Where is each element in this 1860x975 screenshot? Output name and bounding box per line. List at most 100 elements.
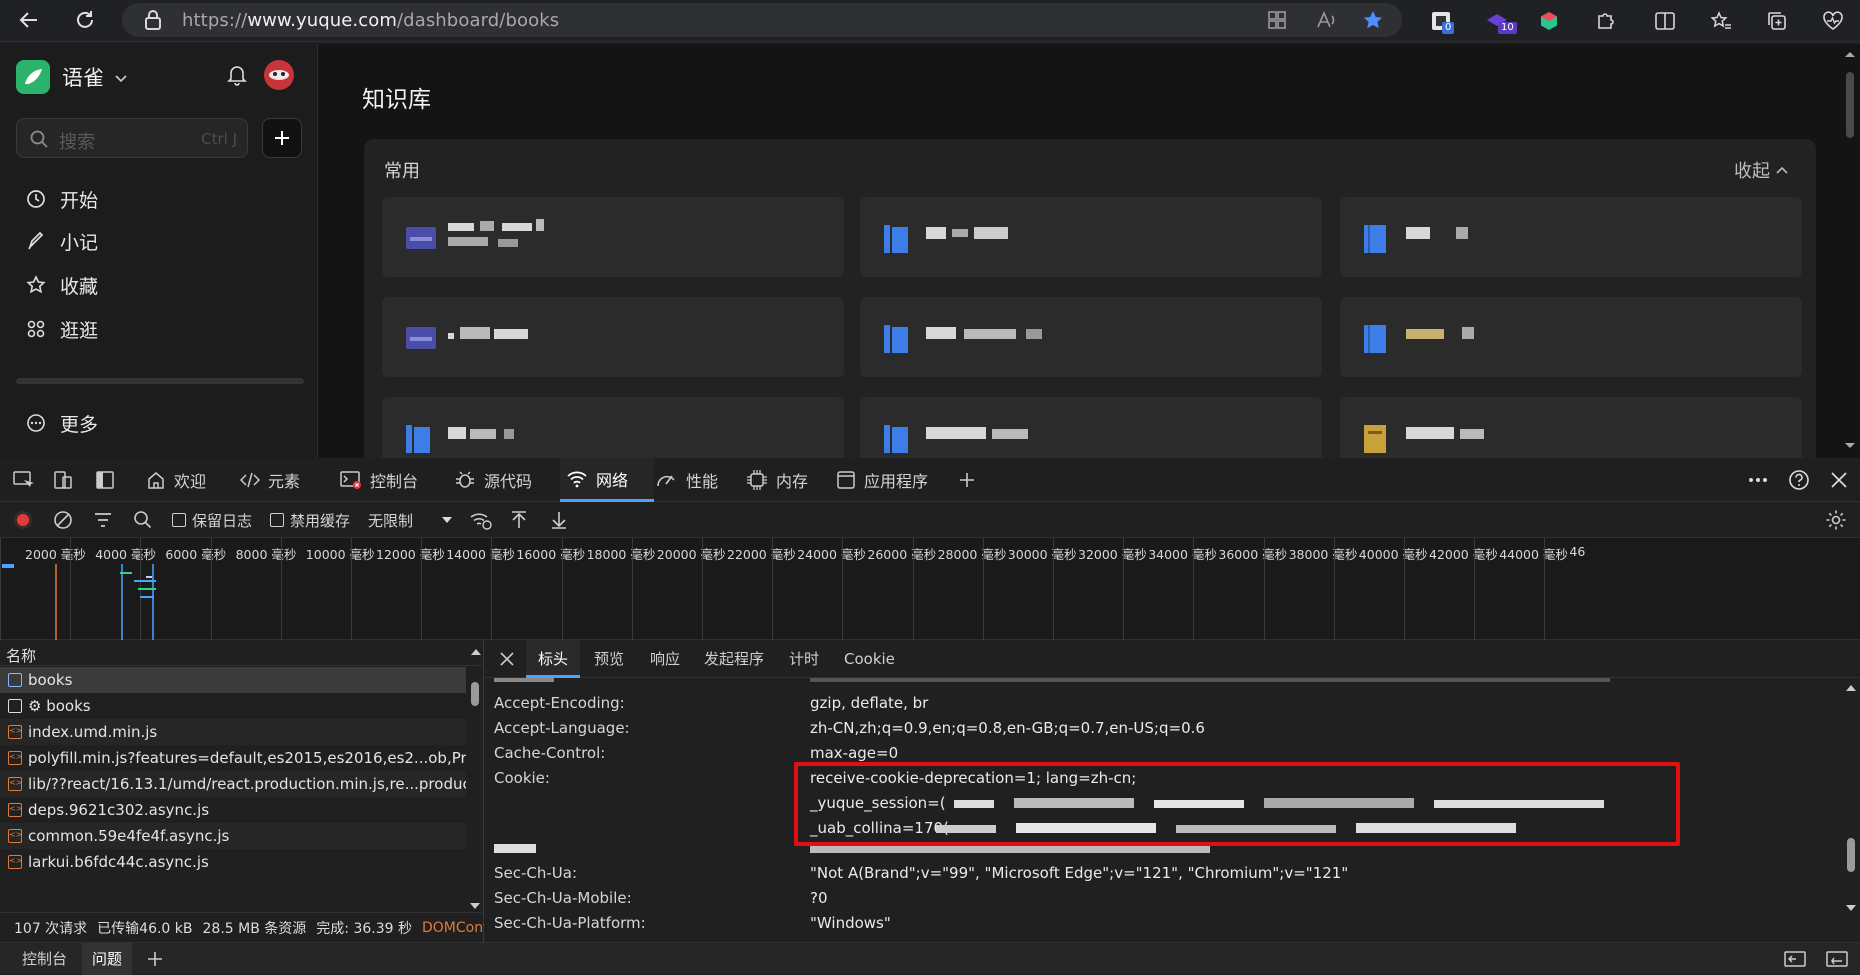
sidebar-item-notes[interactable]: 小记 <box>26 226 98 256</box>
tab-console[interactable]: 控制台 <box>340 458 418 502</box>
detail-scrollbar[interactable] <box>1842 678 1860 942</box>
table-row[interactable]: <> index.umd.min.js <box>0 719 466 745</box>
scroll-down-icon[interactable] <box>1845 904 1857 912</box>
scrollbar-thumb[interactable] <box>471 682 479 706</box>
table-row[interactable]: ⚙ books <box>0 693 466 719</box>
close-detail-icon[interactable] <box>494 646 520 672</box>
checkbox-box[interactable] <box>270 513 284 527</box>
drawer-tab-console[interactable]: 控制台 <box>12 943 77 975</box>
network-settings-gear-icon[interactable] <box>1823 507 1849 533</box>
extension-icon[interactable]: 10 <box>1484 8 1517 34</box>
scroll-up-icon[interactable] <box>1844 50 1856 58</box>
table-row[interactable]: <> deps.9621c302.async.js <box>0 797 466 823</box>
bell-icon[interactable] <box>224 62 250 88</box>
tab-timing[interactable]: 计时 <box>789 640 819 678</box>
favorites-icon[interactable] <box>1708 8 1734 34</box>
book-card[interactable] <box>1340 197 1802 277</box>
tab-network[interactable]: 网络 <box>560 458 655 502</box>
scrollbar-thumb[interactable] <box>1847 838 1855 872</box>
network-conditions-icon[interactable] <box>468 507 494 533</box>
read-aloud-icon[interactable] <box>1314 7 1340 33</box>
add-drawer-tab-icon[interactable] <box>142 946 168 972</box>
scrollbar-thumb[interactable] <box>1846 72 1854 138</box>
table-row[interactable]: books <box>0 667 466 693</box>
tab-response[interactable]: 响应 <box>650 640 680 678</box>
help-icon[interactable] <box>1786 467 1812 493</box>
book-card[interactable] <box>860 197 1322 277</box>
record-stop-icon[interactable] <box>10 507 36 533</box>
heart-pulse-icon[interactable] <box>1820 8 1846 34</box>
close-drawer-icon[interactable] <box>1824 946 1850 972</box>
device-emulation-icon[interactable] <box>50 467 76 493</box>
dock-drawer-icon[interactable] <box>1782 946 1808 972</box>
export-har-icon[interactable] <box>546 507 572 533</box>
tab-label: 应用程序 <box>864 472 929 491</box>
favorite-star-icon[interactable] <box>1360 7 1386 33</box>
close-devtools-icon[interactable] <box>1826 467 1852 493</box>
cube-extension-icon[interactable] <box>1536 8 1562 34</box>
add-tab-icon[interactable] <box>954 467 980 493</box>
tab-memory[interactable]: 内存 <box>746 458 808 502</box>
tab-headers[interactable]: 标头 <box>526 640 581 678</box>
tab-elements[interactable]: 元素 <box>240 458 300 502</box>
yuque-logo-icon[interactable] <box>16 60 50 94</box>
url-text[interactable]: https://www.yuque.com/dashboard/books <box>182 10 559 31</box>
drawer-tab-issues[interactable]: 问题 <box>82 943 133 975</box>
more-options-icon[interactable] <box>1745 467 1771 493</box>
avatar[interactable] <box>264 60 294 90</box>
collapse-button[interactable]: 收起 <box>1734 157 1788 183</box>
tab-preview[interactable]: 预览 <box>594 640 624 678</box>
throttle-select[interactable]: 无限制 <box>368 502 453 538</box>
lock-icon[interactable] <box>140 7 166 33</box>
checkbox-box[interactable] <box>172 513 186 527</box>
book-card[interactable] <box>860 297 1322 377</box>
request-list-scrollbar[interactable] <box>466 666 484 910</box>
tab-performance[interactable]: 性能 <box>656 458 718 502</box>
tab-sources[interactable]: 源代码 <box>454 458 532 502</box>
split-screen-icon[interactable] <box>1652 8 1678 34</box>
book-card[interactable] <box>382 297 844 377</box>
table-row[interactable]: <> larkui.b6fdc44c.async.js <box>0 849 466 875</box>
inspect-icon[interactable] <box>10 467 36 493</box>
scroll-up-icon[interactable] <box>1845 684 1857 692</box>
import-har-icon[interactable] <box>506 507 532 533</box>
apps-icon[interactable] <box>1264 7 1290 33</box>
reload-icon[interactable] <box>72 7 98 33</box>
table-row[interactable]: <> lib/??react/16.13.1/umd/react.product… <box>0 771 466 797</box>
request-name: common.59e4fe4f.async.js <box>28 827 230 845</box>
disable-cache-checkbox[interactable]: 禁用缓存 <box>270 502 350 538</box>
clear-icon[interactable] <box>50 507 76 533</box>
book-card[interactable] <box>1340 297 1802 377</box>
sidebar-item-favorites[interactable]: 收藏 <box>26 270 98 300</box>
tab-initiator[interactable]: 发起程序 <box>704 640 764 678</box>
add-button[interactable] <box>262 118 302 158</box>
network-overview-timeline[interactable]: 2000 毫秒 4000 毫秒 6000 毫秒 8000 毫秒 10000 毫秒 1200… <box>0 538 1860 640</box>
search-icon[interactable] <box>130 507 156 533</box>
tab-welcome[interactable]: 欢迎 <box>146 458 206 502</box>
sidebar-item-more[interactable]: 更多 <box>26 408 98 438</box>
dock-sidebar-icon[interactable] <box>92 467 118 493</box>
column-header-name[interactable]: 名称 <box>0 640 484 666</box>
address-bar[interactable]: https://www.yuque.com/dashboard/books <box>122 3 1402 37</box>
book-card[interactable] <box>382 197 844 277</box>
preserve-log-checkbox[interactable]: 保留日志 <box>172 502 252 538</box>
sort-arrow-icon[interactable] <box>470 648 482 656</box>
search-input[interactable]: 搜索 Ctrl J <box>16 118 248 158</box>
extension-icon[interactable]: 0 <box>1428 8 1455 34</box>
scroll-down-icon[interactable] <box>469 902 481 910</box>
sidebar-item-label: 小记 <box>60 231 99 254</box>
scroll-down-icon[interactable] <box>1844 442 1856 450</box>
table-row[interactable]: <> common.59e4fe4f.async.js <box>0 823 466 849</box>
table-row[interactable]: <> polyfill.min.js?features=default,es20… <box>0 745 466 771</box>
filter-icon[interactable] <box>90 507 116 533</box>
back-icon[interactable] <box>16 7 42 33</box>
collections-icon[interactable] <box>1764 8 1790 34</box>
page-scrollbar[interactable] <box>1840 44 1860 458</box>
brand-name[interactable]: 语雀 <box>62 62 127 92</box>
puzzle-icon[interactable] <box>1592 8 1618 34</box>
sidebar-item-explore[interactable]: 逛逛 <box>26 314 98 344</box>
sidebar-item-start[interactable]: 开始 <box>26 184 98 214</box>
sidebar-scrollbar[interactable] <box>16 378 304 384</box>
tab-application[interactable]: 应用程序 <box>836 458 928 502</box>
tab-cookies[interactable]: Cookie <box>844 640 895 678</box>
